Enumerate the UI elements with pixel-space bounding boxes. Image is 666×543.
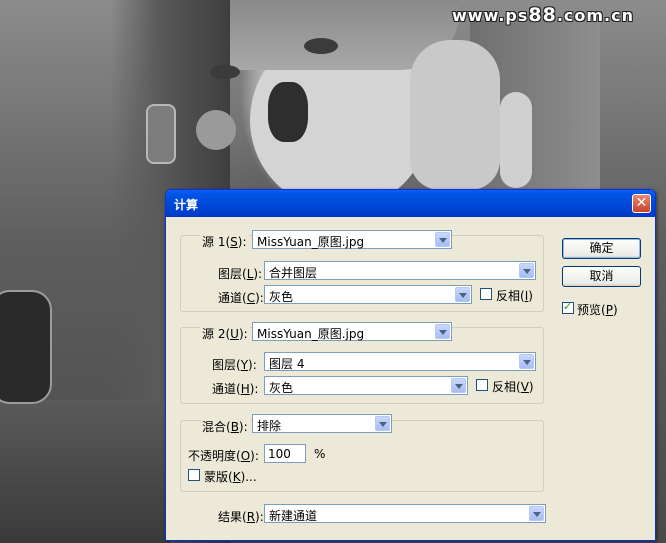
source2-label: 源 2(U): — [200, 325, 250, 342]
chevron-down-icon — [529, 506, 544, 521]
source2-channel-label: 通道(H): — [212, 382, 259, 396]
chevron-down-icon — [455, 287, 470, 302]
close-button[interactable]: ✕ — [632, 194, 651, 213]
preview-checkbox[interactable] — [562, 300, 574, 314]
source2-channel-select[interactable]: 灰色 — [264, 376, 468, 395]
source1-channel-value: 灰色 — [269, 290, 294, 304]
background-eye — [304, 38, 338, 54]
source1-layer-select[interactable]: 合并图层 — [264, 261, 536, 280]
background-hand — [410, 40, 500, 190]
source1-layer-label: 图层(L): — [218, 267, 263, 281]
source2-invert-label[interactable]: 反相(V) — [492, 378, 534, 395]
source1-invert-checkbox[interactable] — [480, 288, 492, 300]
source2-channel-value: 灰色 — [269, 381, 294, 395]
source1-select[interactable]: MissYuan_原图.jpg — [252, 230, 452, 249]
blend-mode-value: 排除 — [257, 419, 282, 433]
result-select[interactable]: 新建通道 — [264, 504, 546, 523]
mask-checkbox[interactable] — [188, 469, 200, 481]
source2-layer-label: 图层(Y): — [212, 358, 257, 372]
background-cheek — [196, 110, 236, 150]
background-bottle — [0, 290, 52, 404]
blend-label: 混合(B): — [200, 418, 250, 435]
opacity-label: 不透明度(O): — [188, 449, 259, 463]
source1-invert-label[interactable]: 反相(I) — [496, 287, 533, 304]
source2-layer-select[interactable]: 图层 4 — [264, 352, 536, 371]
opacity-input[interactable]: 100 — [264, 444, 306, 463]
background-finger — [500, 92, 532, 188]
cancel-button[interactable]: 取消 — [562, 266, 641, 287]
source1-layer-value: 合并图层 — [269, 266, 318, 280]
source1-channel-label: 通道(C): — [218, 291, 264, 305]
preview-label[interactable]: 预览(P) — [577, 301, 618, 318]
opacity-unit: % — [314, 447, 326, 461]
source2-layer-value: 图层 4 — [269, 357, 305, 371]
background-earring — [146, 104, 176, 164]
mask-label[interactable]: 蒙版(K)... — [204, 468, 257, 485]
calculations-dialog: 计算 ✕ 源 1(S): MissYuan_原图.jpg 图层(L): 合并图层… — [165, 189, 656, 541]
chevron-down-icon — [451, 378, 466, 393]
result-value: 新建通道 — [269, 509, 318, 523]
source2-select[interactable]: MissYuan_原图.jpg — [252, 322, 452, 341]
blend-mode-select[interactable]: 排除 — [252, 414, 392, 433]
chevron-down-icon — [375, 416, 390, 431]
chevron-down-icon — [519, 263, 534, 278]
chevron-down-icon — [435, 232, 450, 247]
result-label: 结果(R): — [218, 510, 264, 524]
source1-label: 源 1(S): — [200, 233, 249, 250]
source1-value: MissYuan_原图.jpg — [257, 235, 365, 249]
watermark: www.ps88.com.cn — [452, 4, 635, 26]
chevron-down-icon — [435, 324, 450, 339]
dialog-titlebar[interactable]: 计算 ✕ — [166, 190, 655, 217]
source1-channel-select[interactable]: 灰色 — [264, 285, 472, 304]
ok-button[interactable]: 确定 — [562, 238, 641, 259]
background-eye — [210, 65, 240, 79]
dialog-title: 计算 — [174, 198, 199, 212]
close-icon: ✕ — [635, 195, 648, 211]
background-nose — [268, 82, 308, 142]
chevron-down-icon — [519, 354, 534, 369]
source2-invert-checkbox[interactable] — [476, 379, 488, 391]
source2-value: MissYuan_原图.jpg — [257, 327, 365, 341]
background-lower — [0, 400, 170, 543]
